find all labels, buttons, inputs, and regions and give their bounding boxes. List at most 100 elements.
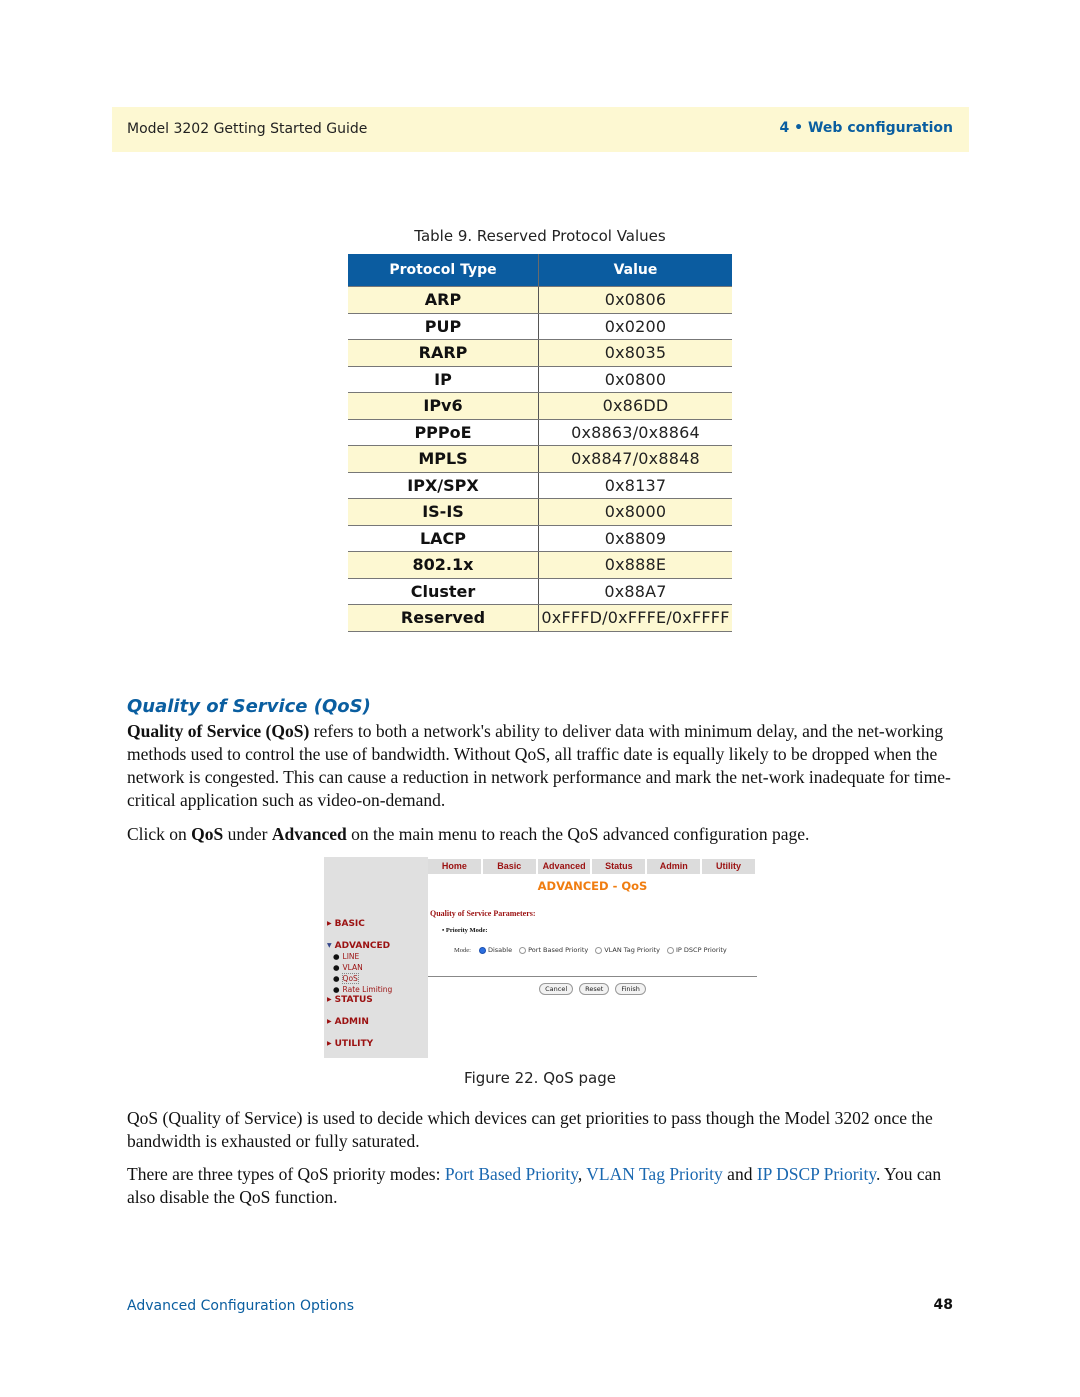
protocol-value-cell: 0x86DD	[538, 392, 732, 420]
protocol-value-cell: 0xFFFD/0xFFFE/0xFFFF	[538, 604, 732, 632]
guide-title: Model 3202 Getting Started Guide	[127, 121, 368, 137]
protocol-type-cell: IPv6	[348, 392, 539, 420]
page-number: 48	[933, 1297, 953, 1313]
nav-admin: Admin	[647, 859, 701, 874]
protocol-value-cell: 0x8000	[538, 498, 732, 526]
footer-section-name: Advanced Configuration Options	[127, 1298, 355, 1314]
mode-label: Mode:	[454, 946, 471, 954]
radio-label: VLAN Tag Priority	[604, 946, 661, 954]
protocol-type-cell: LACP	[348, 525, 539, 552]
triangle-right-icon: ▶	[327, 996, 332, 1003]
reset-button: Reset	[579, 983, 610, 995]
sub-label: Rate Limiting	[342, 985, 393, 994]
sub-label: VLAN	[342, 963, 363, 972]
chapter-title: 4 • Web configuration	[779, 120, 953, 136]
table-row: Reserved 0xFFFD/0xFFFE/0xFFFF	[348, 604, 732, 632]
table-row: PUP 0x0200	[348, 313, 732, 340]
protocol-value-cell: 0x8809	[538, 525, 732, 552]
protocol-type-cell: PUP	[348, 313, 539, 340]
protocol-value-cell: 0x88A7	[538, 578, 732, 605]
radio-unselected-icon	[519, 946, 527, 954]
sidebar-sub-vlan: ● VLAN	[333, 963, 363, 972]
sub-label: QoS	[341, 973, 359, 984]
term-quality-of-service: Quality of Service	[127, 721, 262, 741]
priority-mode-text: Priority Mode:	[445, 927, 488, 934]
bullet-icon: ●	[333, 963, 340, 972]
protocol-type-cell: 802.1x	[348, 551, 539, 579]
link-vlan-tag-priority[interactable]: VLAN Tag Priority	[586, 1164, 723, 1184]
bullet-icon: ●	[333, 974, 340, 983]
radio-vlan-tag-priority: VLAN Tag Priority	[595, 946, 660, 954]
protocol-value-cell: 0x8035	[538, 339, 732, 367]
protocol-type-cell: IP	[348, 366, 539, 393]
table-row: 802.1x 0x888E	[348, 551, 732, 579]
screenshot-divider	[428, 976, 757, 977]
priority-mode-label: • Priority Mode:	[442, 927, 488, 934]
radio-unselected-icon	[667, 946, 675, 954]
radio-label: Disable	[487, 946, 513, 954]
protocol-type-cell: Cluster	[348, 578, 539, 605]
sidebar-sub-rate-limiting: ● Rate Limiting	[333, 985, 392, 994]
protocol-value-cell: 0x0806	[538, 286, 732, 314]
text: on the main menu to reach the QoS advanc…	[346, 824, 810, 844]
protocol-value-cell: 0x8137	[538, 472, 732, 499]
triangle-right-icon: ▶	[327, 1040, 332, 1047]
reserved-protocol-table: Protocol Type Value ARP 0x0806 PUP 0x0200 RA…	[348, 254, 732, 632]
nav-utility: Utility	[702, 859, 755, 874]
protocol-value-cell: 0x0200	[538, 313, 732, 340]
radio-port-based-priority: Port Based Priority	[519, 946, 588, 954]
qos-params-heading: Quality of Service Parameters:	[430, 909, 536, 918]
bullet-icon: ●	[333, 952, 340, 961]
mode-radio-group: Mode: Disable Port Based Priority VLAN T…	[454, 946, 734, 954]
triangle-right-icon: ▶	[327, 920, 332, 927]
table-row: ARP 0x0806	[348, 286, 732, 314]
table-caption: Table 9. Reserved Protocol Values	[414, 227, 666, 245]
radio-ip-dscp-priority: IP DSCP Priority	[667, 946, 727, 954]
text: There are three types of QoS priority mo…	[127, 1164, 445, 1184]
nav-home: Home	[428, 859, 481, 874]
table-row: PPPoE 0x8863/0x8864	[348, 419, 732, 446]
table-row: Cluster 0x88A7	[348, 578, 732, 605]
sub-label: LINE	[342, 952, 360, 961]
protocol-value-cell: 0x8863/0x8864	[538, 419, 732, 446]
protocol-value-cell: 0x0800	[538, 366, 732, 393]
column-header-value: Value	[538, 254, 732, 287]
sidebar-utility: ▶ UTILITY	[327, 1039, 373, 1049]
column-header-protocol-type: Protocol Type	[348, 254, 539, 287]
cancel-button: Cancel	[539, 983, 574, 995]
table-row: LACP 0x8809	[348, 525, 732, 552]
protocol-type-cell: IS-IS	[348, 498, 539, 526]
radio-disable: Disable	[478, 946, 513, 954]
protocol-type-cell: ARP	[348, 286, 539, 314]
screenshot-sidebar: ▶ BASIC ▼ ADVANCED ● LINE ● VLAN ● QoS ● Rate …	[324, 857, 428, 1058]
nav-advanced: Advanced	[537, 859, 591, 874]
radio-label: Port Based Priority	[528, 946, 589, 954]
navigation-instruction-paragraph: Click on QoS under Advanced on the main …	[127, 823, 962, 846]
term-advanced-menu: Advanced	[271, 824, 347, 844]
protocol-type-cell: IPX/SPX	[348, 472, 539, 499]
nav-status: Status	[592, 859, 646, 874]
text: under	[223, 824, 272, 844]
link-ip-dscp-priority[interactable]: IP DSCP Priority	[757, 1164, 876, 1184]
screenshot-buttons: Cancel Reset Finish	[428, 983, 757, 995]
sidebar-utility-label: UTILITY	[334, 1039, 374, 1049]
table-row: MPLS 0x8847/0x8848	[348, 445, 732, 473]
term-qos-menu: QoS	[191, 824, 224, 844]
table-row: IP 0x0800	[348, 366, 732, 393]
page-header: Model 3202 Getting Started Guide 4 • Web…	[112, 107, 969, 152]
table-row: IPv6 0x86DD	[348, 392, 732, 420]
sidebar-admin-label: ADMIN	[334, 1017, 369, 1027]
text: and	[722, 1164, 757, 1184]
sidebar-advanced-label: ADVANCED	[334, 941, 391, 951]
protocol-type-cell: Reserved	[348, 604, 539, 632]
term-qos: (QoS)	[265, 721, 310, 741]
table-row: IS-IS 0x8000	[348, 498, 732, 526]
sidebar-status-label: STATUS	[334, 995, 373, 1005]
radio-unselected-icon	[595, 946, 603, 954]
sidebar-basic-label: BASIC	[334, 919, 365, 929]
link-port-based-priority[interactable]: Port Based Priority	[445, 1164, 578, 1184]
sidebar-status: ▶ STATUS	[327, 995, 373, 1005]
protocol-type-cell: RARP	[348, 339, 539, 367]
qos-purpose-paragraph: QoS (Quality of Service) is used to deci…	[127, 1108, 933, 1151]
protocol-value-cell: 0x8847/0x8848	[538, 445, 732, 473]
